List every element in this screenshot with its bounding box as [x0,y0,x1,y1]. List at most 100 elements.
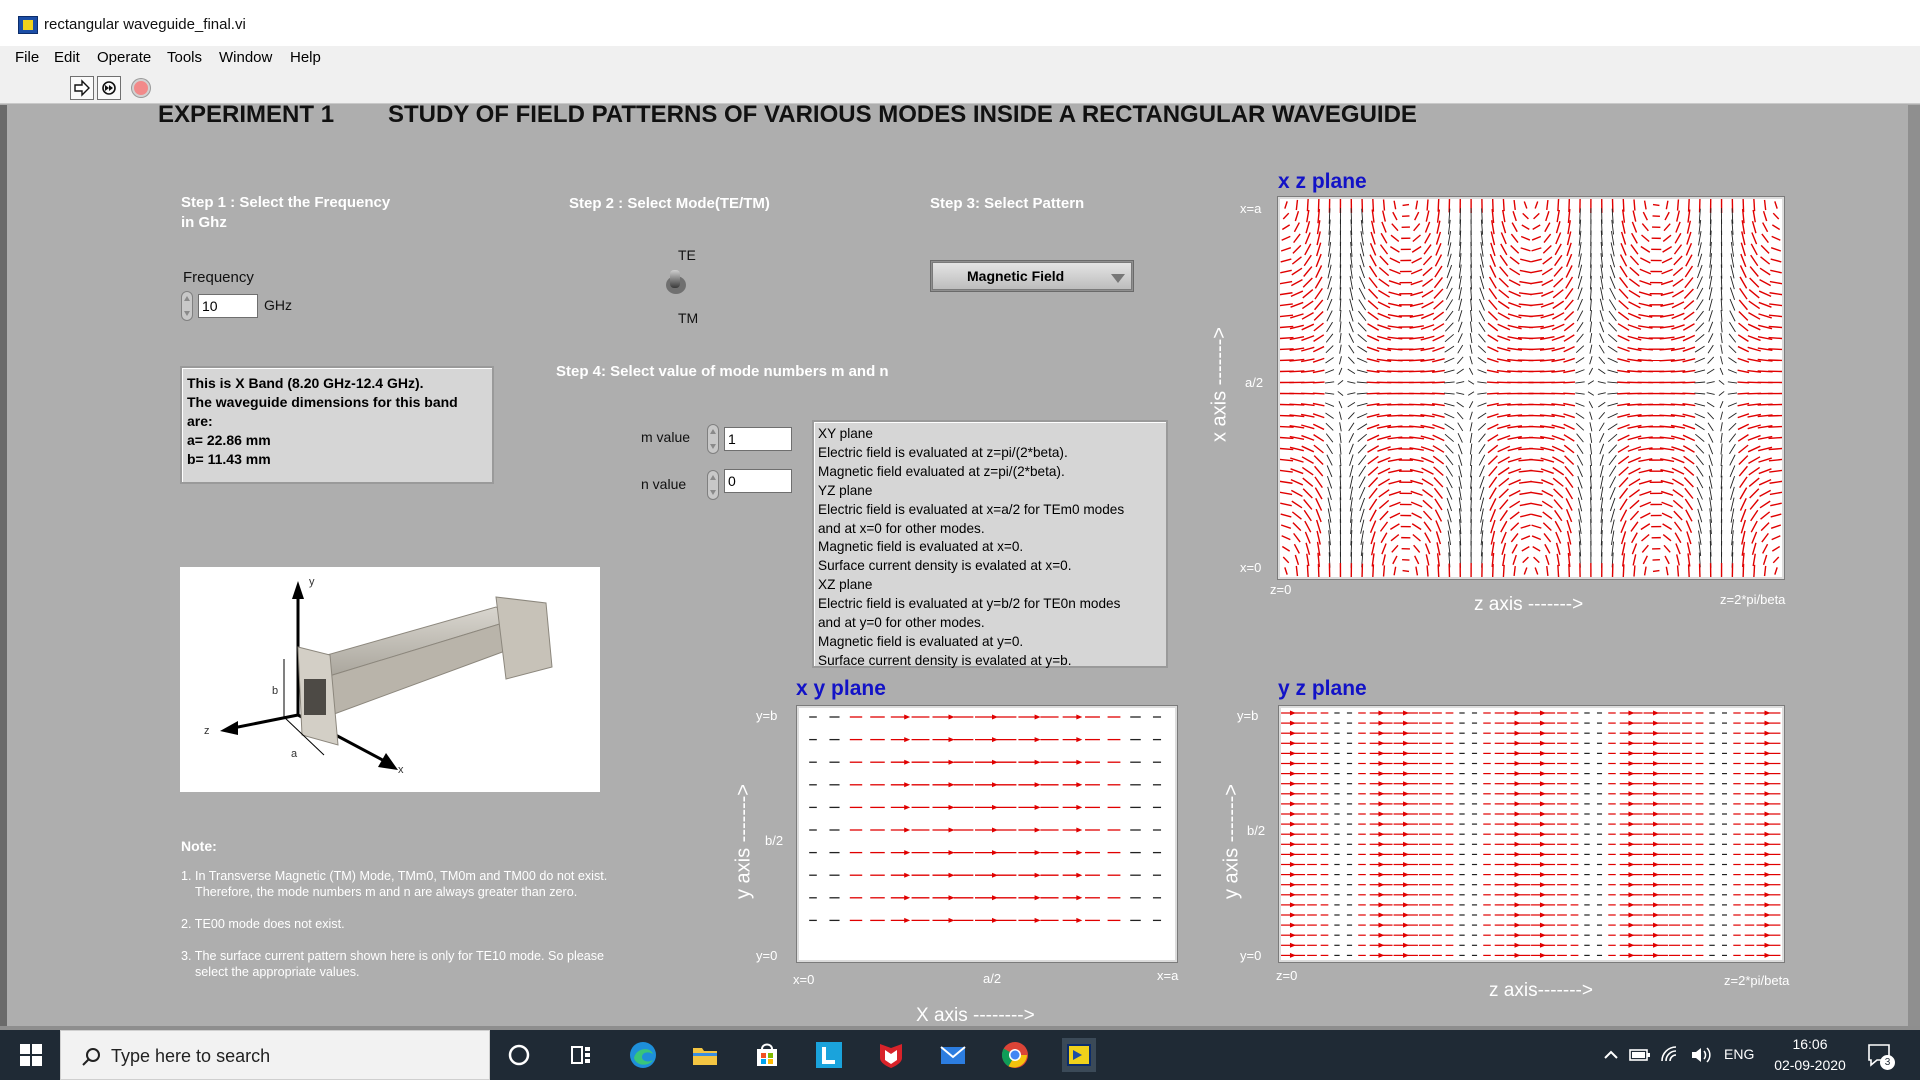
xz-field-vector [1589,422,1593,432]
xz-field-vector [1628,489,1640,498]
band-info-box: This is X Band (8.20 GHz-12.4 GHz). The … [180,366,494,484]
n-value-input[interactable]: 0 [724,469,792,493]
xz-field-vector [1768,458,1784,462]
menu-operate[interactable]: Operate [97,49,151,66]
cortana-icon[interactable] [504,1040,534,1070]
diagram-y-label: y [309,576,315,588]
l-app-icon[interactable] [814,1040,844,1070]
language-indicator[interactable]: ENG [1724,1046,1754,1062]
xz-field-vector [1423,244,1432,255]
menu-file[interactable]: File [15,49,39,66]
xz-field-vector [1478,333,1486,343]
xz-field-vector [1639,257,1651,264]
yz-field-arrowhead [1653,791,1660,797]
xz-field-vector [1564,311,1575,321]
xz-field-vector [1686,531,1692,545]
xz-field-vector [1632,210,1637,222]
yz-field-arrowhead [1403,791,1410,797]
menu-window[interactable]: Window [219,49,272,66]
xz-field-vector [1391,544,1399,553]
menu-help[interactable]: Help [290,49,321,66]
xz-field-vector [1519,280,1532,285]
xz-field-vector [1531,247,1542,252]
mail-icon[interactable] [938,1040,968,1070]
run-continuously-icon [102,81,116,95]
yz-field-arrowhead [1653,851,1660,857]
xz-field-vector [1542,256,1553,265]
xz-field-vector [1477,412,1487,419]
xz-field-vector [1339,356,1342,365]
xz-field-vector [1491,563,1494,579]
task-view-icon[interactable] [566,1040,596,1070]
band-info-line: a= 22.86 mm [187,432,271,448]
xz-field-vector [1528,436,1545,440]
volume-icon[interactable] [1690,1045,1712,1075]
xz-field-vector [1555,221,1561,234]
chrome-icon[interactable] [1000,1040,1030,1070]
xz-field-vector [1643,200,1647,210]
m-value-input[interactable]: 1 [724,427,792,451]
wifi-icon[interactable] [1660,1045,1682,1075]
xz-field-vector [1707,333,1714,343]
eval-line: Surface current density is evalated at x… [818,558,1072,574]
xz-field-vector [1469,443,1473,455]
xz-field-vector [1729,287,1735,301]
show-hidden-icons-chevron-icon[interactable] [1601,1045,1621,1075]
xz-field-vector [1729,443,1736,455]
n-value-increment-decrement[interactable] [707,470,719,500]
menu-tools[interactable]: Tools [167,49,202,66]
frequency-input[interactable]: 10 [198,294,258,318]
xz-field-vector [1314,487,1323,500]
xz-field-vector [1349,465,1354,478]
frequency-unit: GHz [264,297,292,313]
xz-field-vector [1707,433,1714,443]
yz-field-arrowhead [1403,942,1410,948]
xz-field-vector [1761,532,1769,543]
xz-x-left: z=0 [1270,582,1292,597]
edge-icon[interactable] [628,1040,658,1070]
xz-field-vector [1413,223,1421,232]
xz-field-vector [1576,310,1584,322]
taskbar-search-box[interactable]: Type here to search [60,1030,490,1080]
notifications-icon[interactable]: 3 [1866,1042,1896,1072]
mcafee-icon[interactable] [876,1040,906,1070]
eval-line: Electric field is evaluated at z=pi/(2*b… [818,444,1068,460]
pattern-selector[interactable]: Magnetic Field [932,262,1132,290]
abort-execution-button[interactable] [132,79,150,97]
xy-field-arrowhead [1076,895,1083,901]
xz-field-vector [1313,444,1324,454]
m-value-increment-decrement[interactable] [707,424,719,454]
labview-taskbar-icon[interactable] [1062,1038,1096,1072]
frequency-increment-decrement[interactable] [181,291,193,321]
clock-date[interactable]: 02-09-2020 [1768,1057,1852,1073]
xz-field-vector [1339,333,1342,344]
xz-field-vector [1358,287,1366,300]
run-continuously-button[interactable] [97,76,121,100]
xz-field-vector [1552,300,1565,310]
xz-field-vector [1589,432,1593,443]
xz-field-vector [1673,244,1683,255]
menu-edit[interactable]: Edit [54,49,80,66]
yz-field-arrowhead [1378,952,1385,958]
xz-field-vector [1661,257,1673,264]
xz-field-vector [1729,475,1735,489]
run-button[interactable] [70,76,94,100]
clock-time[interactable]: 16:06 [1785,1036,1835,1052]
xz-field-vector [1607,369,1618,374]
mode-toggle-switch[interactable] [664,270,686,296]
store-icon[interactable] [752,1040,782,1070]
xz-field-vector [1672,266,1684,277]
xz-field-vector [1608,433,1618,442]
xz-field-vector [1358,299,1367,311]
xz-field-vector [1367,466,1379,476]
xz-field-vector [1542,511,1553,520]
xz-field-vector [1280,269,1292,274]
xz-field-vector [1598,356,1606,364]
battery-icon[interactable] [1629,1045,1651,1075]
file-explorer-icon[interactable] [690,1040,720,1070]
xz-field-vector [1759,489,1772,497]
xz-field-vector [1458,465,1463,478]
xz-field-vector [1769,469,1783,473]
xz-field-vector [1672,489,1684,498]
start-button[interactable] [0,1030,60,1080]
